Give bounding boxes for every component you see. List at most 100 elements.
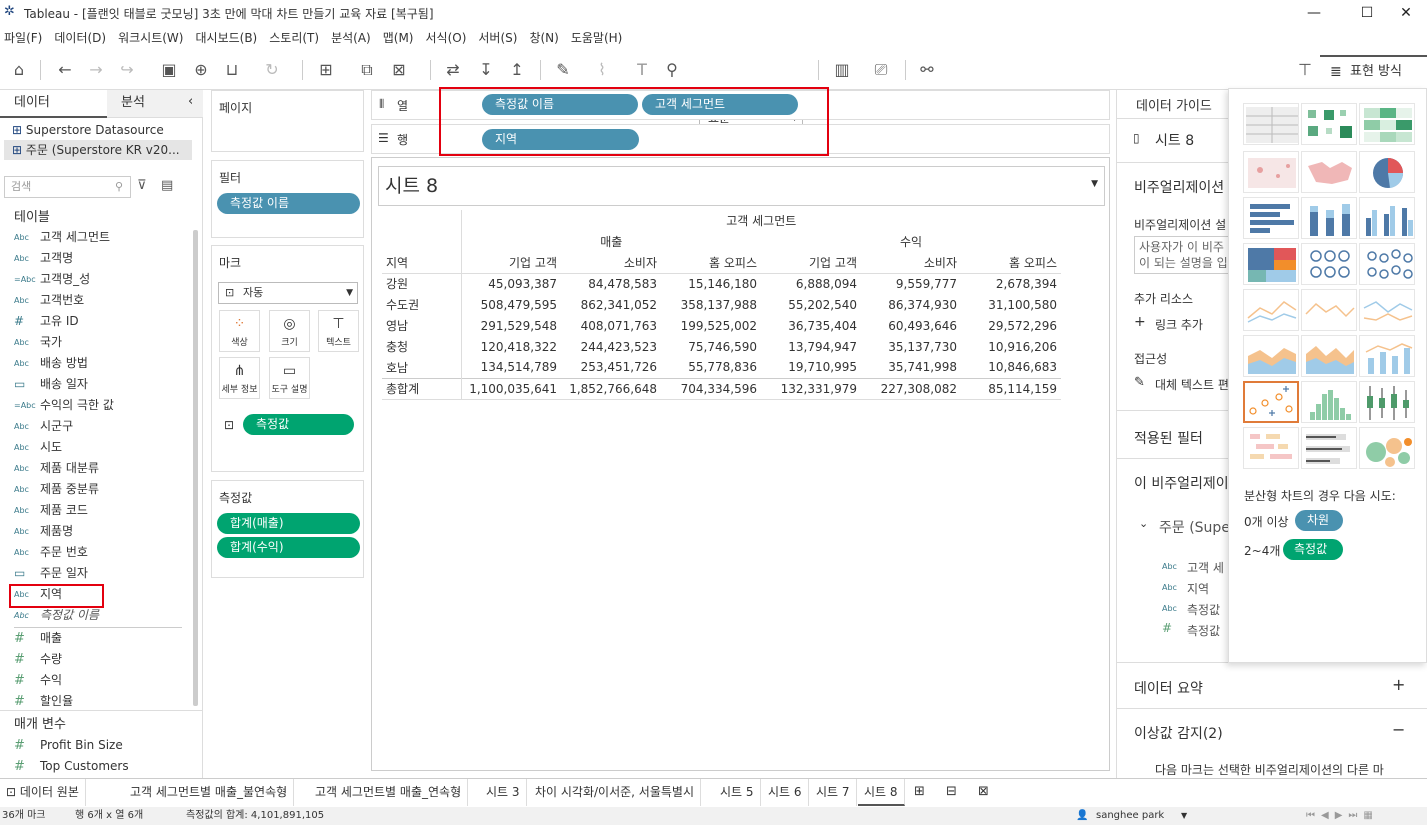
swap-rows-columns-icon[interactable]: ⇄ xyxy=(441,58,465,82)
circle-view-thumb[interactable] xyxy=(1301,243,1357,285)
field-item[interactable]: Abc 국가 xyxy=(14,332,62,353)
view-options-icon[interactable]: ▤ xyxy=(161,178,173,193)
minimize-button[interactable]: — xyxy=(1291,0,1337,26)
close-button[interactable]: ✕ xyxy=(1383,0,1427,26)
value-cell[interactable]: 35,741,998 xyxy=(861,357,961,378)
value-cell[interactable]: 244,423,523 xyxy=(561,336,661,357)
histogram-thumb[interactable] xyxy=(1301,381,1357,423)
new-worksheet-icon[interactable]: ⊞ xyxy=(314,58,338,82)
area-discrete-thumb[interactable] xyxy=(1301,335,1357,377)
value-cell[interactable]: 13,794,947 xyxy=(761,336,861,357)
save-icon[interactable]: ▣ xyxy=(157,58,181,82)
chevron-down-icon[interactable]: ▼ xyxy=(1091,165,1098,203)
heat-map-thumb[interactable] xyxy=(1301,103,1357,145)
status-user[interactable]: sanghee park xyxy=(1096,807,1164,825)
this-viz-header[interactable]: 이 비주얼리제이 xyxy=(1134,473,1229,493)
region-cell[interactable]: 수도권 xyxy=(382,294,461,315)
redo-icon[interactable]: → xyxy=(84,58,108,82)
total-cell[interactable]: 1,100,035,641 xyxy=(460,378,561,399)
value-cell[interactable]: 19,710,995 xyxy=(761,357,861,378)
dual-line-thumb[interactable] xyxy=(1359,289,1415,331)
pause-updates-icon[interactable]: ⊔ xyxy=(220,58,244,82)
chevron-down-icon[interactable]: ▼ xyxy=(1181,807,1187,825)
field-item[interactable]: ▭ 배송 일자 xyxy=(14,374,88,395)
data-guide-tab[interactable]: 데이터 가이드 xyxy=(1136,95,1212,114)
parameter-item[interactable]: # Profit Bin Size xyxy=(14,735,123,756)
menu-file[interactable]: 파일(F) xyxy=(0,28,50,48)
line-continuous-thumb[interactable] xyxy=(1243,289,1299,331)
scatter-plot-thumb[interactable] xyxy=(1243,381,1299,423)
value-cell[interactable]: 10,916,206 xyxy=(961,336,1061,357)
value-cell[interactable]: 358,137,988 xyxy=(661,294,761,315)
value-cell[interactable]: 35,137,730 xyxy=(861,336,961,357)
value-cell[interactable]: 36,735,404 xyxy=(761,315,861,336)
highlight-table-thumb[interactable] xyxy=(1359,103,1415,145)
pin-axes-icon[interactable]: ⚲ xyxy=(660,58,684,82)
field-item[interactable]: Abc 제품 대분류 xyxy=(14,458,99,479)
measure-item[interactable]: # 수량 xyxy=(14,649,62,670)
marks-measure-pill[interactable]: 측정값 xyxy=(243,414,354,435)
applied-filters-header[interactable]: 적용된 필터 xyxy=(1134,428,1203,448)
field-item[interactable]: =Abc 수익의 극한 값 xyxy=(14,395,114,416)
region-cell[interactable]: 호남 xyxy=(382,357,461,378)
field-item[interactable]: Abc 시도 xyxy=(14,437,62,458)
measure-item[interactable]: # 매출 xyxy=(14,628,62,649)
refresh-icon[interactable]: ↻ xyxy=(260,58,284,82)
region-cell[interactable]: 영남 xyxy=(382,315,461,336)
viz-description-input[interactable]: 사용자가 이 비주 이 되는 설명을 입 xyxy=(1134,236,1234,274)
highlight-icon[interactable]: ✎ xyxy=(551,58,575,82)
presentation-mode-icon[interactable]: ⎚ xyxy=(869,58,893,82)
menu-map[interactable]: 맵(M) xyxy=(379,28,422,48)
scrollbar[interactable] xyxy=(193,230,198,706)
value-cell[interactable]: 84,478,583 xyxy=(561,273,661,294)
measure-item[interactable]: # 할인율 xyxy=(14,691,73,712)
menu-dashboard[interactable]: 대시보드(B) xyxy=(191,28,265,48)
measure-item[interactable]: # 수익 xyxy=(14,670,62,691)
tab-data[interactable]: 데이터 xyxy=(0,90,107,118)
sheet-nav-icons[interactable]: ⏮◀▶⏭▦ xyxy=(1306,807,1379,825)
home-icon[interactable]: ⌂ xyxy=(7,58,31,82)
packed-bubbles-thumb[interactable] xyxy=(1359,427,1415,469)
value-cell[interactable]: 134,514,789 xyxy=(460,357,561,378)
value-cell[interactable]: 55,778,836 xyxy=(661,357,761,378)
field-item[interactable]: Abc 고객 세그먼트 xyxy=(14,227,110,248)
value-cell[interactable]: 508,479,595 xyxy=(460,294,561,315)
value-cell[interactable]: 45,093,387 xyxy=(460,273,561,294)
show-cards-icon[interactable]: ▥ xyxy=(830,58,854,82)
value-cell[interactable]: 2,678,394 xyxy=(961,273,1061,294)
region-cell[interactable]: 강원 xyxy=(382,273,461,294)
sheet-title[interactable]: 시트 8 ▼ xyxy=(378,166,1105,206)
bullet-graph-thumb[interactable] xyxy=(1301,427,1357,469)
value-cell[interactable]: 29,572,296 xyxy=(961,315,1061,336)
field-item[interactable]: =Abc 고객명_성 xyxy=(14,269,90,290)
pages-card[interactable]: 페이지 xyxy=(211,90,364,152)
menu-server[interactable]: 서버(S) xyxy=(474,28,525,48)
new-worksheet-icon[interactable]: ⊞ xyxy=(914,784,925,799)
value-cell[interactable]: 862,341,052 xyxy=(561,294,661,315)
search-input[interactable]: 검색 ⚲ xyxy=(4,176,131,198)
side-by-side-bar-thumb[interactable] xyxy=(1359,197,1415,239)
undo-icon[interactable]: ← xyxy=(53,58,77,82)
value-cell[interactable]: 9,559,777 xyxy=(861,273,961,294)
gantt-chart-thumb[interactable] xyxy=(1243,427,1299,469)
tooltip-pin-icon[interactable]: ⊤ xyxy=(1293,58,1317,82)
total-cell[interactable]: 1,852,766,648 xyxy=(561,378,661,399)
value-cell[interactable]: 120,418,322 xyxy=(460,336,561,357)
size-button[interactable]: ◎ 크기 xyxy=(269,310,310,352)
value-cell[interactable]: 31,100,580 xyxy=(961,294,1061,315)
new-story-icon[interactable]: ⊠ xyxy=(978,784,989,799)
tooltip-button[interactable]: ▭ 도구 설명 xyxy=(269,357,310,399)
symbol-map-thumb[interactable] xyxy=(1243,151,1299,193)
dual-combination-thumb[interactable] xyxy=(1359,335,1415,377)
value-cell[interactable]: 15,146,180 xyxy=(661,273,761,294)
field-item[interactable]: # 고유 ID xyxy=(14,311,79,332)
menu-data[interactable]: 데이터(D) xyxy=(50,28,114,48)
show-mark-labels-icon[interactable]: T xyxy=(630,58,654,82)
sheet-tab[interactable]: 차이 시각화/이서준, 서울특별시 xyxy=(529,779,702,806)
total-cell[interactable]: 227,308,082 xyxy=(861,378,961,399)
value-cell[interactable]: 86,374,930 xyxy=(861,294,961,315)
total-cell[interactable]: 85,114,159 xyxy=(961,378,1061,399)
menu-analysis[interactable]: 분석(A) xyxy=(327,28,379,48)
group-members-icon[interactable]: ⌇ xyxy=(590,58,614,82)
sheet-tab[interactable]: 시트 5 xyxy=(714,779,761,806)
